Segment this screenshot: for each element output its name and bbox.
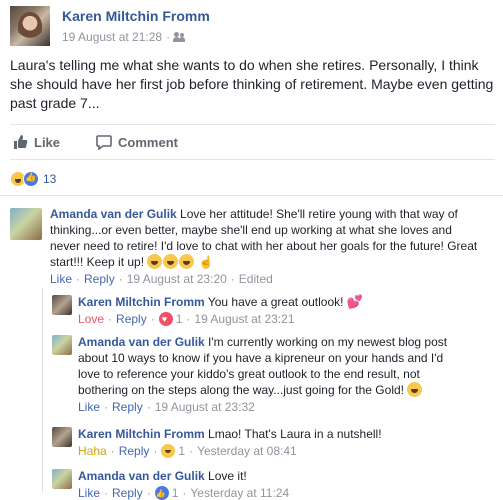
love-reaction-icon (158, 311, 173, 327)
action-separator: · (76, 272, 81, 286)
like-reaction-icon (154, 486, 169, 500)
like-reaction-icon (23, 171, 39, 187)
reply-reaction-count[interactable]: 1 (172, 485, 179, 500)
action-separator: · (146, 400, 151, 414)
reaction-count[interactable]: 13 (43, 172, 56, 186)
action-separator: · (104, 400, 109, 414)
reply-actions: Like · Reply · 1 · Yesterday at 11:24 (78, 485, 490, 500)
laughing-emoji-icon (407, 382, 423, 397)
reply-text: You have a great outlook! (207, 295, 344, 309)
action-separator: · (153, 444, 158, 458)
post-timestamp[interactable]: 19 August at 21:28 (62, 30, 162, 44)
action-separator: · (118, 272, 123, 286)
action-separator: · (189, 444, 194, 458)
comment-reply-link[interactable]: Reply (84, 271, 115, 287)
heart-emoji-icon: 💕 (346, 294, 364, 309)
comment-bubble-icon (96, 135, 112, 150)
reply-reply-link[interactable]: Reply (116, 311, 147, 327)
like-button[interactable]: Like (12, 134, 60, 150)
comment-timestamp[interactable]: 19 August at 23:20 (127, 271, 227, 287)
reactions-summary[interactable]: 13 (10, 169, 56, 189)
action-separator: · (104, 486, 109, 500)
action-separator: · (108, 312, 113, 326)
comment-actions: Like · Reply · 19 August at 23:20 · Edit… (50, 271, 480, 287)
post-text: Laura's telling me what she wants to do … (10, 57, 494, 111)
comment-like-link[interactable]: Like (50, 271, 72, 287)
action-separator: · (150, 312, 155, 326)
replier-name[interactable]: Karen Miltchin Fromm (78, 427, 205, 441)
meta-separator: · (166, 30, 171, 44)
reply-thread-line (42, 288, 43, 493)
reply-timestamp[interactable]: Yesterday at 11:24 (190, 485, 289, 500)
reply-text: Love it! (208, 469, 247, 483)
reply-timestamp[interactable]: 19 August at 23:32 (155, 399, 255, 415)
reply-like-link[interactable]: Like (78, 399, 100, 415)
reply-like-link[interactable]: Like (78, 485, 100, 500)
haha-reaction-icon (161, 444, 176, 458)
reply-actions: Love · Reply · 1 · 19 August at 23:21 (78, 311, 490, 327)
comment-button[interactable]: Comment (96, 134, 178, 150)
action-separator: · (230, 272, 235, 286)
action-separator: · (182, 486, 187, 500)
reply-actions: Like · Reply · 19 August at 23:32 (78, 399, 468, 415)
edited-label[interactable]: Edited (239, 271, 273, 287)
post-actions-bar: Like Comment (10, 124, 495, 160)
laughing-emoji-icon (147, 254, 195, 269)
comment-button-label: Comment (118, 134, 178, 150)
comments-section: Amanda van der Gulik Love her attitude! … (0, 195, 503, 500)
reply-love-link[interactable]: Love (78, 311, 104, 327)
replier-avatar[interactable] (52, 335, 72, 355)
action-separator: · (186, 312, 191, 326)
replier-name[interactable]: Amanda van der Gulik (78, 335, 205, 349)
reply-haha-link[interactable]: Haha (78, 443, 107, 459)
reply-timestamp[interactable]: 19 August at 23:21 (194, 311, 294, 327)
reply-text: Lmao! That's Laura in a nutshell! (208, 427, 382, 441)
replier-avatar[interactable] (52, 469, 72, 489)
post-author-name[interactable]: Karen Miltchin Fromm (62, 8, 210, 24)
commenter-name[interactable]: Amanda van der Gulik (50, 207, 177, 221)
replier-avatar[interactable] (52, 295, 72, 315)
commenter-avatar[interactable] (10, 208, 42, 240)
action-separator: · (110, 444, 115, 458)
like-button-label: Like (34, 134, 61, 150)
action-separator: · (146, 486, 151, 500)
replier-name[interactable]: Karen Miltchin Fromm (78, 295, 205, 309)
reply-reaction-count[interactable]: 1 (178, 443, 185, 459)
reply-reply-link[interactable]: Reply (112, 485, 143, 500)
reply-timestamp[interactable]: Yesterday at 08:41 (197, 443, 297, 459)
author-avatar[interactable] (10, 6, 50, 46)
like-thumb-icon (14, 135, 28, 149)
reply-reaction-count[interactable]: 1 (176, 311, 183, 327)
friends-icon[interactable] (173, 32, 186, 42)
reply-reply-link[interactable]: Reply (112, 399, 143, 415)
pointing-hand-emoji-icon: ☝ (198, 255, 214, 269)
reply-reply-link[interactable]: Reply (119, 443, 150, 459)
post-header: Karen Miltchin Fromm 19 August at 21:28 … (10, 6, 490, 48)
replier-avatar[interactable] (52, 427, 72, 447)
reply-actions: Haha · Reply · 1 · Yesterday at 08:41 (78, 443, 490, 459)
post-meta: 19 August at 21:28 · (62, 30, 186, 44)
replier-name[interactable]: Amanda van der Gulik (78, 469, 205, 483)
